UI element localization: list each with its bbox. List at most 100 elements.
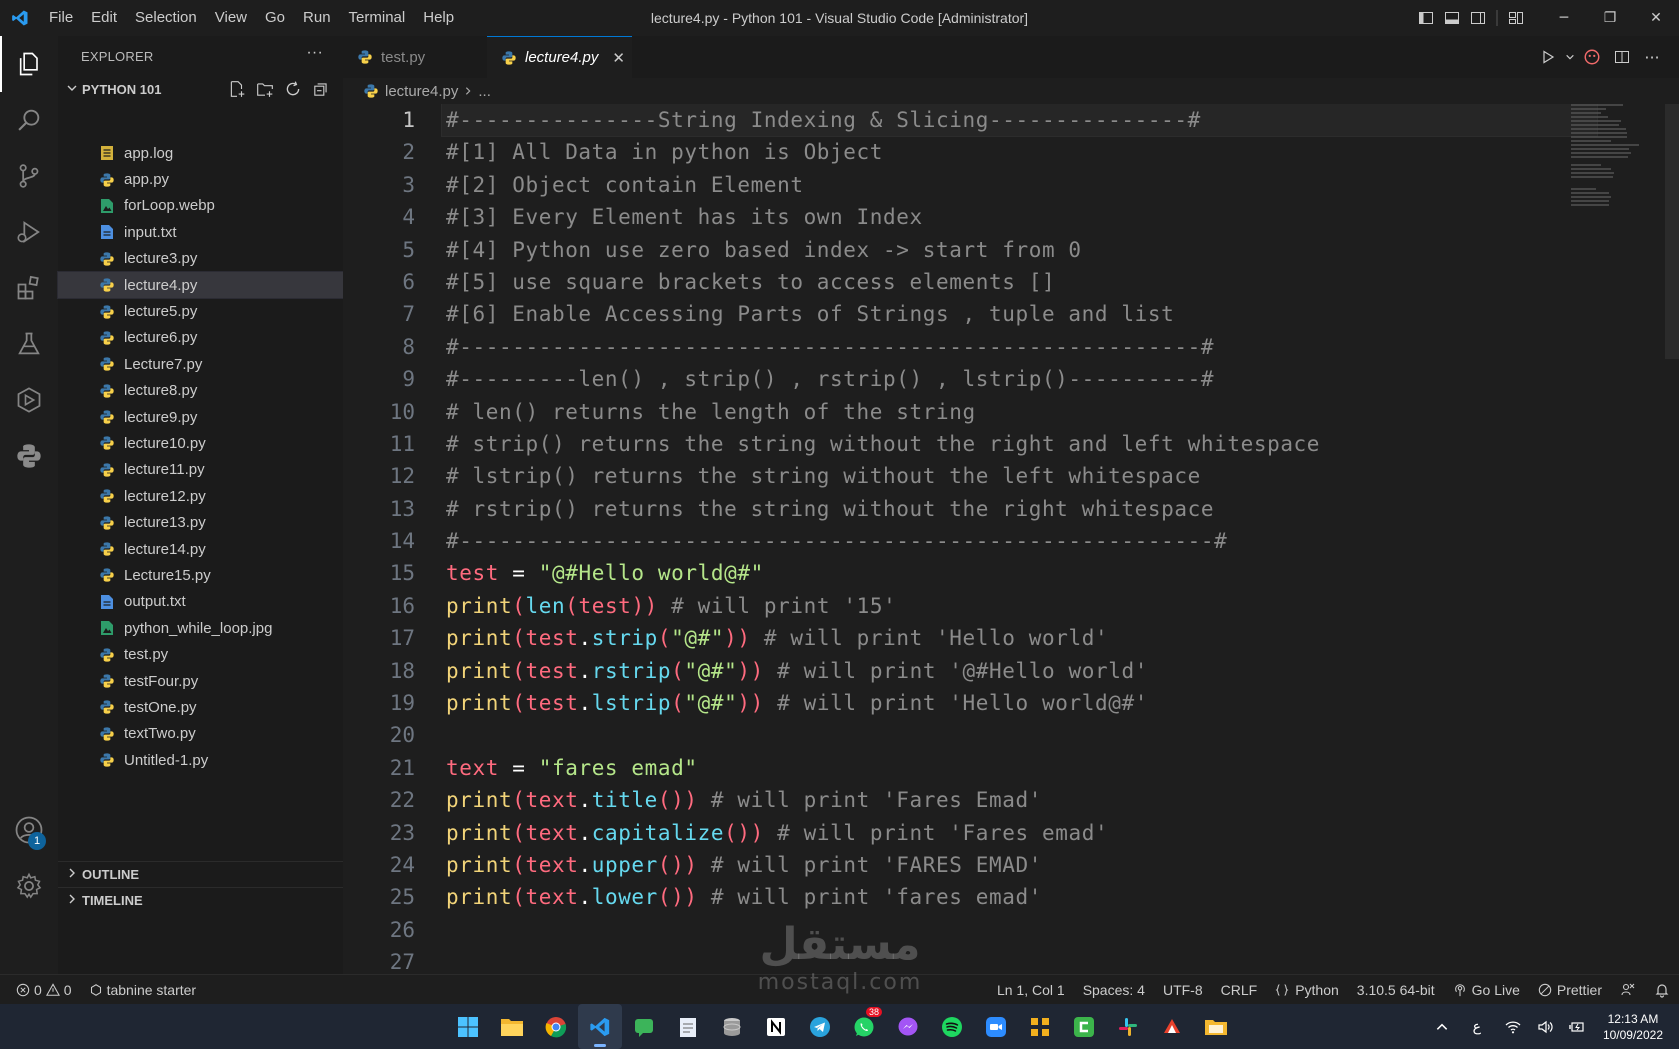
code-line[interactable]: # len() returns the length of the string bbox=[446, 396, 1566, 428]
code-line[interactable]: text = "fares emad" bbox=[446, 752, 1566, 784]
breadcrumb-symbol[interactable]: ... bbox=[478, 83, 491, 100]
code-line[interactable]: #[2] Object contain Element bbox=[446, 169, 1566, 201]
code-line[interactable]: #---------------String Indexing & Slicin… bbox=[441, 104, 1598, 138]
windows-start-icon[interactable] bbox=[446, 1004, 490, 1049]
minimap[interactable] bbox=[1571, 104, 1667, 244]
split-editor-icon[interactable] bbox=[1607, 49, 1637, 65]
code-line[interactable]: # strip() returns the string without the… bbox=[446, 428, 1566, 460]
menu-go[interactable]: Go bbox=[256, 0, 294, 36]
minimize-button[interactable]: ─ bbox=[1541, 0, 1587, 36]
file-item[interactable]: Lecture7.py bbox=[58, 351, 343, 377]
code-line[interactable]: print(test.rstrip("@#")) # will print '@… bbox=[446, 655, 1566, 687]
tabnine-status[interactable]: tabnine starter bbox=[81, 982, 206, 998]
code-line[interactable]: #[4] Python use zero based index -> star… bbox=[446, 234, 1566, 266]
extensions-icon[interactable] bbox=[0, 260, 58, 316]
folder-icon[interactable] bbox=[1194, 1004, 1238, 1049]
menu-file[interactable]: File bbox=[40, 0, 82, 36]
code-line[interactable]: print(text.capitalize()) # will print 'F… bbox=[446, 817, 1566, 849]
code-line[interactable]: # rstrip() returns the string without th… bbox=[446, 493, 1566, 525]
refresh-icon[interactable] bbox=[279, 78, 307, 100]
code-line[interactable] bbox=[446, 719, 1566, 751]
file-item[interactable]: lecture5.py bbox=[58, 298, 343, 324]
go-live-button[interactable]: Go Live bbox=[1444, 982, 1529, 998]
end-of-line[interactable]: CRLF bbox=[1212, 982, 1267, 998]
manage-gear-icon[interactable] bbox=[0, 858, 58, 914]
file-item[interactable]: lecture11.py bbox=[58, 457, 343, 483]
code-line[interactable]: #[1] All Data in python is Object bbox=[446, 136, 1566, 168]
menu-selection[interactable]: Selection bbox=[126, 0, 206, 36]
code-editor[interactable]: 1 2 3 4 5 6 7 8 9 10 11 12 13 14 15 16 17 18 19 20 21 22 23 24 2… bbox=[343, 104, 1679, 974]
file-item[interactable]: testFour.py bbox=[58, 668, 343, 694]
close-tab-icon[interactable]: ✕ bbox=[612, 49, 625, 67]
cursor-position[interactable]: Ln 1, Col 1 bbox=[988, 982, 1074, 998]
show-hidden-icons-chevron-icon[interactable] bbox=[1427, 1020, 1457, 1034]
menu-view[interactable]: View bbox=[206, 0, 256, 36]
folder-python-101[interactable]: PYTHON 101 bbox=[58, 76, 343, 102]
new-file-icon[interactable] bbox=[223, 78, 251, 100]
code-line[interactable] bbox=[446, 946, 1566, 974]
collapse-all-icon[interactable] bbox=[307, 78, 335, 100]
file-item[interactable]: lecture14.py bbox=[58, 536, 343, 562]
code-line[interactable]: test = "@#Hello world@#" bbox=[446, 557, 1566, 589]
toggle-primary-sidebar-icon[interactable] bbox=[1413, 0, 1439, 36]
testing-icon[interactable] bbox=[0, 316, 58, 372]
file-item[interactable]: Lecture15.py bbox=[58, 562, 343, 588]
chrome-icon[interactable] bbox=[534, 1004, 578, 1049]
run-python-file-icon[interactable] bbox=[1533, 49, 1563, 65]
restore-button[interactable]: ❐ bbox=[1587, 0, 1633, 36]
tab-lecture4-py[interactable]: lecture4.py ✕ bbox=[487, 36, 632, 78]
file-item[interactable]: test.py bbox=[58, 641, 343, 667]
accounts-icon[interactable]: 1 bbox=[0, 802, 58, 858]
file-item[interactable]: lecture12.py bbox=[58, 483, 343, 509]
notepad-icon[interactable] bbox=[666, 1004, 710, 1049]
telegram-icon[interactable] bbox=[798, 1004, 842, 1049]
spotify-icon[interactable] bbox=[930, 1004, 974, 1049]
toggle-secondary-sidebar-icon[interactable] bbox=[1465, 0, 1491, 36]
code-line[interactable]: print(text.upper()) # will print 'FARES … bbox=[446, 849, 1566, 881]
wifi-icon[interactable] bbox=[1497, 1020, 1529, 1034]
menu-help[interactable]: Help bbox=[414, 0, 463, 36]
whatsapp-icon[interactable]: 38 bbox=[842, 1004, 886, 1049]
notifications-bell-icon[interactable] bbox=[1645, 982, 1679, 998]
outline-section[interactable]: OUTLINE bbox=[58, 861, 343, 887]
messenger-icon[interactable] bbox=[886, 1004, 930, 1049]
clock[interactable]: 12:13 AM 10/09/2022 bbox=[1593, 1011, 1679, 1043]
file-item[interactable]: input.txt bbox=[58, 219, 343, 245]
file-item[interactable]: testOne.py bbox=[58, 694, 343, 720]
code-line[interactable]: #---------------------------------------… bbox=[446, 525, 1566, 557]
code-lines[interactable]: #---------------String Indexing & Slicin… bbox=[441, 104, 1598, 974]
more-actions-icon[interactable]: ··· bbox=[306, 44, 323, 62]
zoom-icon[interactable] bbox=[974, 1004, 1018, 1049]
new-folder-icon[interactable] bbox=[251, 78, 279, 100]
search-icon[interactable] bbox=[0, 92, 58, 148]
code-line[interactable]: print(test.lstrip("@#")) # will print 'H… bbox=[446, 687, 1566, 719]
run-dropdown-chevron-icon[interactable] bbox=[1563, 52, 1577, 62]
code-line[interactable] bbox=[446, 914, 1566, 946]
file-item[interactable]: lecture8.py bbox=[58, 378, 343, 404]
file-item[interactable]: lecture4.py bbox=[57, 270, 344, 300]
app-yellow-icon[interactable] bbox=[1018, 1004, 1062, 1049]
explorer-icon[interactable] bbox=[0, 36, 58, 92]
run-debug-icon[interactable] bbox=[0, 204, 58, 260]
customize-layout-icon[interactable] bbox=[1503, 0, 1529, 36]
prettier-status[interactable]: Prettier bbox=[1529, 982, 1611, 998]
database-icon[interactable] bbox=[710, 1004, 754, 1049]
toggle-panel-icon[interactable] bbox=[1439, 0, 1465, 36]
breadcrumb-file[interactable]: lecture4.py bbox=[385, 83, 458, 100]
notion-icon[interactable] bbox=[754, 1004, 798, 1049]
file-item[interactable]: app.py bbox=[58, 166, 343, 192]
volume-icon[interactable] bbox=[1529, 1020, 1561, 1034]
code-line[interactable]: #---------------------------------------… bbox=[446, 331, 1566, 363]
feedback-icon[interactable] bbox=[1611, 982, 1645, 998]
battery-charging-icon[interactable] bbox=[1561, 1020, 1593, 1034]
file-item[interactable]: lecture3.py bbox=[58, 246, 343, 272]
menu-terminal[interactable]: Terminal bbox=[340, 0, 415, 36]
file-explorer-icon[interactable] bbox=[490, 1004, 534, 1049]
timeline-section[interactable]: TIMELINE bbox=[58, 887, 343, 913]
slack-icon[interactable] bbox=[1106, 1004, 1150, 1049]
problems-indicator[interactable]: 0 0 bbox=[16, 982, 81, 998]
source-control-icon[interactable] bbox=[0, 148, 58, 204]
code-line[interactable]: #[5] use square brackets to access eleme… bbox=[446, 266, 1566, 298]
code-line[interactable]: # lstrip() returns the string without th… bbox=[446, 460, 1566, 492]
language-mode[interactable]: Python bbox=[1266, 982, 1348, 998]
